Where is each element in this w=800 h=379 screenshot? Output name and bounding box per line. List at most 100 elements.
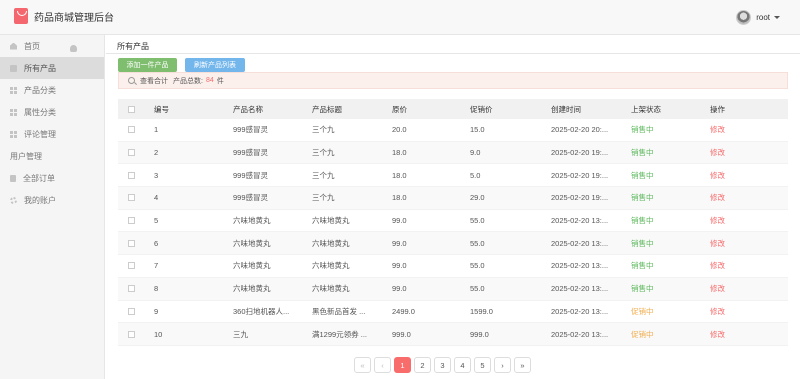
cell-promo-price: 55.0	[470, 261, 485, 271]
sidebar-item-all-products[interactable]: 所有产品	[0, 57, 104, 79]
user-icon	[70, 45, 77, 52]
edit-link[interactable]: 修改	[710, 260, 788, 271]
cell-created: 2025-02-20 13:...	[551, 306, 609, 316]
status-badge: 销售中	[631, 238, 654, 248]
cell-price: 99.0	[392, 261, 407, 271]
row-checkbox[interactable]	[128, 126, 135, 134]
column-header-name[interactable]: 产品名称	[233, 104, 312, 115]
sidebar-item-home[interactable]: 首页	[0, 35, 104, 57]
main-content: 所有产品 添加一件产品 刷新产品列表 查看合计 产品总数: 84 件 编号 产品…	[106, 35, 800, 379]
prev-page-button[interactable]: ‹	[374, 357, 391, 373]
cell-promo-price: 999.0	[470, 329, 489, 339]
cell-title: 六味地黄丸	[312, 284, 350, 294]
column-header-actions: 操作	[710, 104, 725, 114]
grid-icon	[10, 86, 17, 94]
add-product-button[interactable]: 添加一件产品	[118, 58, 177, 72]
sidebar-item-orders[interactable]: 全部订单	[0, 167, 104, 189]
cell-created: 2025-02-20 20:...	[551, 125, 609, 135]
page-button-4[interactable]: 4	[454, 357, 471, 373]
cell-name: 999感冒灵	[233, 125, 269, 135]
row-checkbox[interactable]	[128, 194, 135, 202]
sidebar-item-attribute-categories[interactable]: 属性分类	[0, 101, 104, 123]
row-select-cell	[118, 285, 154, 293]
refresh-list-button[interactable]: 刷新产品列表	[185, 58, 245, 72]
row-checkbox[interactable]	[128, 262, 135, 270]
edit-link[interactable]: 修改	[710, 124, 788, 135]
table-row: 3 999感冒灵 三个九 18.0 5.0 2025-02-20 19:... …	[118, 164, 788, 188]
sidebar-item-label: 属性分类	[24, 107, 56, 117]
sidebar-item-reviews[interactable]: 评论管理	[0, 123, 104, 145]
row-checkbox[interactable]	[128, 149, 135, 157]
cell-price: 2499.0	[392, 306, 415, 316]
cell-title: 六味地黄丸	[312, 216, 350, 226]
cell-name: 六味地黄丸	[233, 216, 271, 226]
column-header-id[interactable]: 编号	[154, 104, 233, 115]
cell-name: 360扫地机器人...	[233, 306, 290, 316]
grid-icon	[10, 108, 17, 116]
row-checkbox[interactable]	[128, 330, 135, 338]
edit-link[interactable]: 修改	[710, 238, 788, 249]
page-button-1[interactable]: 1	[394, 357, 411, 373]
edit-link[interactable]: 修改	[710, 192, 788, 203]
cell-created: 2025-02-20 19:...	[551, 170, 609, 180]
cell-name: 999感冒灵	[233, 193, 269, 203]
cell-promo-price: 55.0	[470, 284, 485, 294]
edit-link[interactable]: 修改	[710, 215, 788, 226]
edit-link[interactable]: 修改	[710, 329, 788, 340]
column-header-price[interactable]: 原价	[392, 104, 470, 115]
edit-link[interactable]: 修改	[710, 147, 788, 158]
status-badge: 促销中	[631, 329, 654, 339]
row-select-cell	[118, 171, 154, 179]
row-checkbox[interactable]	[128, 307, 135, 315]
column-header-created[interactable]: 创建时间	[551, 104, 631, 115]
product-count: 84	[205, 77, 214, 84]
table-row: 10 三九 满1299元领券 ... 999.0 999.0 2025-02-2…	[118, 323, 788, 346]
cell-promo-price: 9.0	[470, 148, 481, 158]
column-header-status[interactable]: 上架状态	[631, 104, 710, 115]
cell-title: 三个九	[312, 125, 335, 135]
grid-icon	[10, 130, 17, 138]
cell-promo-price: 5.0	[470, 170, 481, 180]
column-header-title[interactable]: 产品标题	[312, 104, 392, 115]
pagination: « ‹ 1 2 3 4 5 › »	[354, 357, 534, 373]
sidebar-item-label: 首页	[24, 41, 40, 51]
edit-link[interactable]: 修改	[710, 170, 788, 181]
cell-id: 6	[154, 238, 159, 248]
page-button-5[interactable]: 5	[474, 357, 491, 373]
row-select-cell	[118, 194, 154, 202]
cell-id: 7	[154, 261, 159, 271]
first-page-button[interactable]: «	[354, 357, 371, 373]
row-checkbox[interactable]	[128, 217, 135, 225]
row-checkbox[interactable]	[128, 239, 135, 247]
next-page-button[interactable]: ›	[494, 357, 511, 373]
cell-title: 六味地黄丸	[312, 238, 350, 248]
shopping-bag-icon	[14, 8, 28, 24]
row-select-cell	[118, 239, 154, 247]
cell-id: 1	[154, 125, 159, 135]
sidebar-item-users[interactable]: 用户管理	[0, 45, 104, 167]
sidebar-item-product-categories[interactable]: 产品分类	[0, 79, 104, 101]
page-button-3[interactable]: 3	[434, 357, 451, 373]
column-header-promo-price[interactable]: 促销价	[470, 104, 551, 115]
row-checkbox[interactable]	[128, 285, 135, 293]
status-badge: 销售中	[631, 216, 654, 226]
sidebar-item-label: 产品分类	[24, 85, 56, 95]
cell-id: 10	[154, 329, 163, 339]
sidebar-item-label: 评论管理	[24, 129, 56, 139]
checkbox-icon	[10, 64, 17, 72]
status-badge: 销售中	[631, 170, 654, 180]
brand[interactable]: 药品商城管理后台	[14, 8, 114, 24]
select-all-checkbox[interactable]	[128, 105, 135, 113]
edit-link[interactable]: 修改	[710, 283, 788, 294]
cell-created: 2025-02-20 19:...	[551, 148, 609, 158]
table-row: 6 六味地黄丸 六味地黄丸 99.0 55.0 2025-02-20 13:..…	[118, 232, 788, 256]
edit-link[interactable]: 修改	[710, 306, 788, 317]
row-checkbox[interactable]	[128, 171, 135, 179]
last-page-button[interactable]: »	[514, 357, 531, 373]
user-menu[interactable]: root	[736, 10, 780, 25]
page-button-2[interactable]: 2	[414, 357, 431, 373]
sidebar-item-account[interactable]: 我的账户	[0, 189, 104, 211]
cell-promo-price: 29.0	[470, 193, 485, 203]
table-row: 7 六味地黄丸 六味地黄丸 99.0 55.0 2025-02-20 13:..…	[118, 255, 788, 278]
divider	[106, 53, 800, 54]
